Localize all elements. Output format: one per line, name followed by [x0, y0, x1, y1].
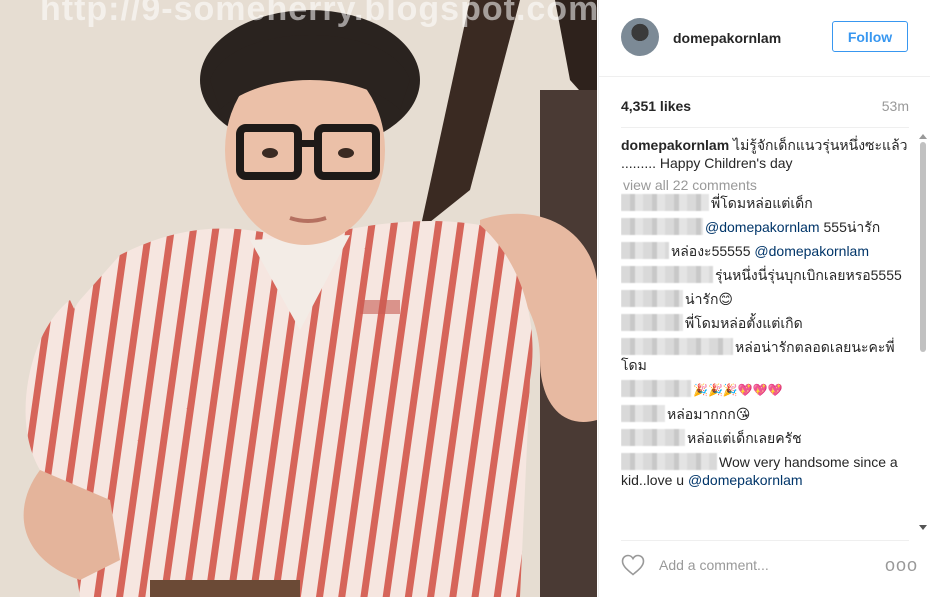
- add-comment-input[interactable]: [657, 556, 861, 574]
- comment-item: หล่องะ55555 @domepakornlam: [621, 242, 911, 260]
- profile-avatar[interactable]: [621, 18, 659, 56]
- blurred-username: [621, 218, 703, 235]
- comment-text: พี่โดมหล่อตั้งแต่เกิด: [685, 315, 803, 331]
- blurred-username: [621, 405, 665, 422]
- blurred-username: [621, 429, 685, 446]
- photo-watermark: http://9-someherry.blogspot.com/: [40, 0, 597, 28]
- comment-text: หล่อแต่เด็กเลยครัช: [687, 430, 802, 446]
- post-sidebar: domepakornlam Follow 4,351 likes 53m dom…: [598, 0, 930, 597]
- more-options-icon[interactable]: ooo: [885, 556, 918, 574]
- comment-item: น่ารัก😊: [621, 290, 911, 308]
- comment-mention[interactable]: @domepakornlam: [754, 243, 869, 259]
- scroll-thumb[interactable]: [920, 142, 926, 352]
- post-time[interactable]: 53m: [882, 98, 909, 114]
- blurred-username: [621, 314, 683, 331]
- photo-illustration: [0, 0, 597, 597]
- blurred-username: [621, 194, 709, 211]
- blurred-username: [621, 266, 713, 283]
- view-all-comments-link[interactable]: view all 22 comments: [623, 176, 911, 194]
- blurred-username: [621, 453, 717, 470]
- comment-item: รุ่นหนึ่งนี่รุ่นบุกเบิกเลยหรอ5555: [621, 266, 911, 284]
- comments-scrollbar[interactable]: [919, 134, 927, 530]
- comment-item: พี่โดมหล่อแต่เด็ก: [621, 194, 911, 212]
- scroll-up-arrow-icon[interactable]: [919, 134, 927, 139]
- comment-item: หล่อน่ารักตลอดเลยนะคะพี่โดม: [621, 338, 911, 374]
- blurred-username: [621, 242, 669, 259]
- comment-text: หล่องะ55555: [671, 243, 755, 259]
- comment-mention[interactable]: @domepakornlam: [688, 472, 803, 488]
- comment-text: รุ่นหนึ่งนี่รุ่นบุกเบิกเลยหรอ5555: [715, 267, 902, 283]
- heart-icon[interactable]: [621, 554, 645, 576]
- divider: [621, 540, 909, 541]
- follow-button[interactable]: Follow: [832, 21, 908, 52]
- post-photo[interactable]: http://9-someherry.blogspot.com/: [0, 0, 597, 597]
- comment-mention[interactable]: @domepakornlam: [705, 219, 820, 235]
- scroll-down-arrow-icon[interactable]: [919, 525, 927, 530]
- comment-item: พี่โดมหล่อตั้งแต่เกิด: [621, 314, 911, 332]
- comment-item: หล่อแต่เด็กเลยครัช: [621, 429, 911, 447]
- divider: [621, 127, 909, 128]
- post-username[interactable]: domepakornlam: [673, 30, 781, 46]
- post-header: domepakornlam Follow: [599, 0, 930, 77]
- comment-text: 🎉🎉🎉💖💖💖: [693, 383, 783, 397]
- comment-text: พี่โดมหล่อแต่เด็ก: [711, 195, 813, 211]
- comments-list: domepakornlam ไม่รู้จักเด็กแนวรุ่นหนึ่งซ…: [621, 134, 911, 530]
- likes-count[interactable]: 4,351 likes: [621, 98, 691, 114]
- caption-username[interactable]: domepakornlam: [621, 137, 729, 153]
- comment-suffix: 555น่ารัก: [819, 219, 881, 235]
- comment-item: @domepakornlam 555น่ารัก: [621, 218, 911, 236]
- blurred-username: [621, 338, 733, 355]
- post-caption: domepakornlam ไม่รู้จักเด็กแนวรุ่นหนึ่งซ…: [621, 136, 911, 172]
- comment-item: Wow very handsome since a kid..love u @d…: [621, 453, 911, 489]
- comment-item: 🎉🎉🎉💖💖💖: [621, 380, 911, 399]
- blurred-username: [621, 290, 683, 307]
- post-stats: 4,351 likes 53m: [621, 98, 909, 118]
- comment-item: หล่อมากกก😘: [621, 405, 911, 423]
- instagram-post: http://9-someherry.blogspot.com/ domepak…: [0, 0, 930, 597]
- comment-text: น่ารัก😊: [685, 291, 734, 307]
- blurred-username: [621, 380, 691, 397]
- comment-text: หล่อมากกก😘: [667, 406, 751, 422]
